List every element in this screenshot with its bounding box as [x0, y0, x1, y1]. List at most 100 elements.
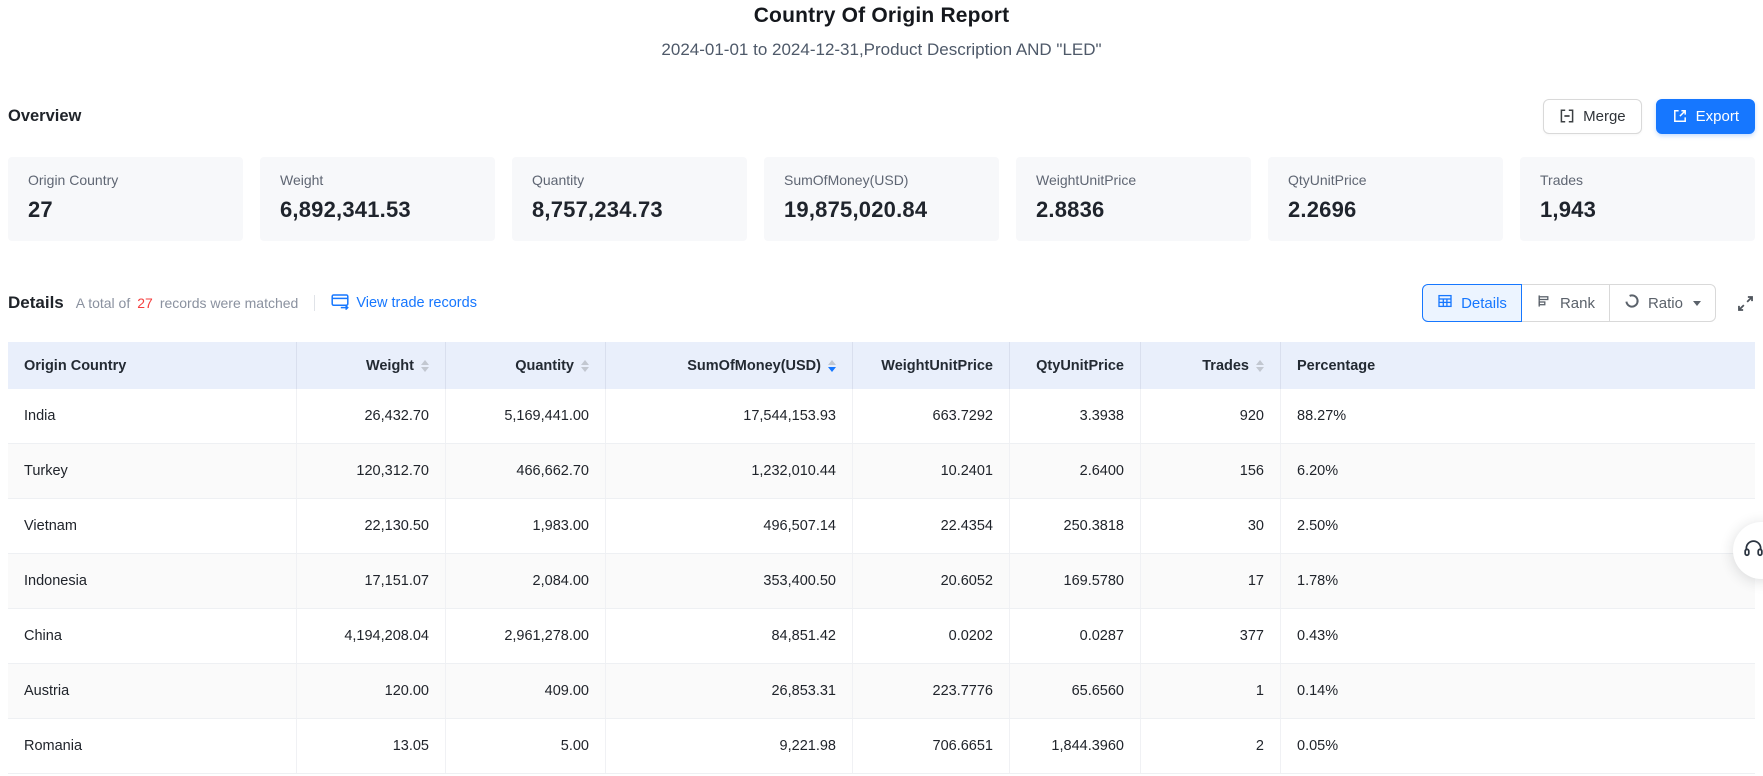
matched-count: 27: [137, 295, 153, 311]
column-header-origin-country: Origin Country: [8, 342, 297, 389]
cell-trades: 1: [1141, 664, 1281, 718]
table-row: Turkey120,312.70466,662.701,232,010.4410…: [8, 444, 1755, 499]
cell-percentage: 0.05%: [1281, 719, 1755, 773]
card-value: 2.2696: [1288, 197, 1483, 223]
cell-weightunitprice: 663.7292: [853, 389, 1010, 443]
column-header-weight[interactable]: Weight: [297, 342, 446, 389]
column-header-quantity[interactable]: Quantity: [446, 342, 606, 389]
card-label: Trades: [1540, 172, 1735, 188]
stat-card: Trades 1,943: [1520, 157, 1755, 241]
overview-cards: Origin Country 27 Weight 6,892,341.53 Qu…: [8, 157, 1755, 241]
card-label: Quantity: [532, 172, 727, 188]
cell-quantity: 2,084.00: [446, 554, 606, 608]
stat-card: Origin Country 27: [8, 157, 243, 241]
cell-quantity: 409.00: [446, 664, 606, 718]
cell-origin-country: Vietnam: [8, 499, 297, 553]
cell-sumofmoney-usd: 84,851.42: [606, 609, 853, 663]
card-label: QtyUnitPrice: [1288, 172, 1483, 188]
card-label: Weight: [280, 172, 475, 188]
card-value: 27: [28, 197, 223, 223]
cell-origin-country: India: [8, 389, 297, 443]
view-mode-controls: Details Rank: [1422, 284, 1755, 322]
cell-sumofmoney-usd: 1,232,010.44: [606, 444, 853, 498]
card-value: 19,875,020.84: [784, 197, 979, 223]
column-label: SumOfMoney(USD): [687, 358, 821, 374]
stat-card: QtyUnitPrice 2.2696: [1268, 157, 1503, 241]
details-view-label: Details: [1461, 295, 1507, 312]
trade-records-icon: [331, 293, 349, 314]
overview-bar: Overview Merge: [8, 98, 1755, 134]
column-label: WeightUnitPrice: [881, 358, 993, 374]
headset-icon: [1742, 537, 1763, 565]
table-row: Vietnam22,130.501,983.00496,507.1422.435…: [8, 499, 1755, 554]
table-grid-icon: [1437, 293, 1453, 313]
cell-sumofmoney-usd: 26,853.31: [606, 664, 853, 718]
sort-carets-icon: [1256, 360, 1264, 372]
cell-weightunitprice: 223.7776: [853, 664, 1010, 718]
details-heading: Details: [8, 293, 64, 313]
cell-sumofmoney-usd: 353,400.50: [606, 554, 853, 608]
cell-trades: 30: [1141, 499, 1281, 553]
cell-percentage: 1.78%: [1281, 554, 1755, 608]
cell-origin-country: Turkey: [8, 444, 297, 498]
column-header-sumofmoney-usd[interactable]: SumOfMoney(USD): [606, 342, 853, 389]
view-trade-records-label: View trade records: [356, 295, 477, 311]
cell-qtyunitprice: 1,844.3960: [1010, 719, 1141, 773]
table-row: Austria120.00409.0026,853.31223.777665.6…: [8, 664, 1755, 719]
view-mode-group: Details Rank: [1422, 284, 1716, 322]
cell-origin-country: Romania: [8, 719, 297, 773]
column-label: Weight: [366, 358, 414, 374]
table-row: Indonesia17,151.072,084.00353,400.5020.6…: [8, 554, 1755, 609]
page-title: Country Of Origin Report: [8, 0, 1755, 28]
overview-heading: Overview: [8, 107, 81, 126]
details-view-button[interactable]: Details: [1422, 284, 1522, 322]
cell-trades: 156: [1141, 444, 1281, 498]
cell-percentage: 2.50%: [1281, 499, 1755, 553]
chevron-down-icon: [1693, 301, 1701, 306]
stat-card: SumOfMoney(USD) 19,875,020.84: [764, 157, 999, 241]
cell-weightunitprice: 10.2401: [853, 444, 1010, 498]
cell-quantity: 1,983.00: [446, 499, 606, 553]
view-trade-records-link[interactable]: View trade records: [331, 293, 477, 314]
cell-quantity: 5,169,441.00: [446, 389, 606, 443]
ratio-view-button[interactable]: Ratio: [1609, 284, 1716, 322]
cell-weightunitprice: 22.4354: [853, 499, 1010, 553]
cell-weightunitprice: 20.6052: [853, 554, 1010, 608]
export-button-label: Export: [1696, 108, 1739, 125]
cell-qtyunitprice: 3.3938: [1010, 389, 1141, 443]
report-subtitle: 2024-01-01 to 2024-12-31,Product Descrip…: [8, 40, 1755, 60]
details-summary: Details A total of 27 records were match…: [8, 293, 477, 314]
table-row: China4,194,208.042,961,278.0084,851.420.…: [8, 609, 1755, 664]
cell-weightunitprice: 706.6651: [853, 719, 1010, 773]
fullscreen-expand-icon[interactable]: [1736, 294, 1755, 313]
cell-sumofmoney-usd: 17,544,153.93: [606, 389, 853, 443]
column-label: Trades: [1202, 358, 1249, 374]
cell-origin-country: Indonesia: [8, 554, 297, 608]
merge-button[interactable]: Merge: [1543, 99, 1642, 134]
export-button[interactable]: Export: [1656, 99, 1755, 134]
merge-cells-icon: [1559, 108, 1575, 124]
export-icon: [1672, 108, 1688, 124]
matched-prefix: A total of: [76, 295, 130, 311]
rank-view-label: Rank: [1560, 295, 1595, 312]
sort-carets-icon: [581, 360, 589, 372]
cell-qtyunitprice: 169.5780: [1010, 554, 1141, 608]
merge-button-label: Merge: [1583, 108, 1626, 125]
cell-weight: 120,312.70: [297, 444, 446, 498]
stat-card: Weight 6,892,341.53: [260, 157, 495, 241]
sort-carets-icon: [828, 360, 836, 372]
column-label: Quantity: [515, 358, 574, 374]
cell-weightunitprice: 0.0202: [853, 609, 1010, 663]
cell-weight: 17,151.07: [297, 554, 446, 608]
vertical-divider: [314, 295, 315, 311]
column-header-trades[interactable]: Trades: [1141, 342, 1281, 389]
cell-weight: 26,432.70: [297, 389, 446, 443]
card-value: 1,943: [1540, 197, 1735, 223]
cell-qtyunitprice: 65.6560: [1010, 664, 1141, 718]
details-bar: Details A total of 27 records were match…: [8, 283, 1755, 323]
cell-trades: 17: [1141, 554, 1281, 608]
cell-weight: 22,130.50: [297, 499, 446, 553]
column-label: QtyUnitPrice: [1036, 358, 1124, 374]
rank-view-button[interactable]: Rank: [1521, 284, 1610, 322]
cell-origin-country: Austria: [8, 664, 297, 718]
